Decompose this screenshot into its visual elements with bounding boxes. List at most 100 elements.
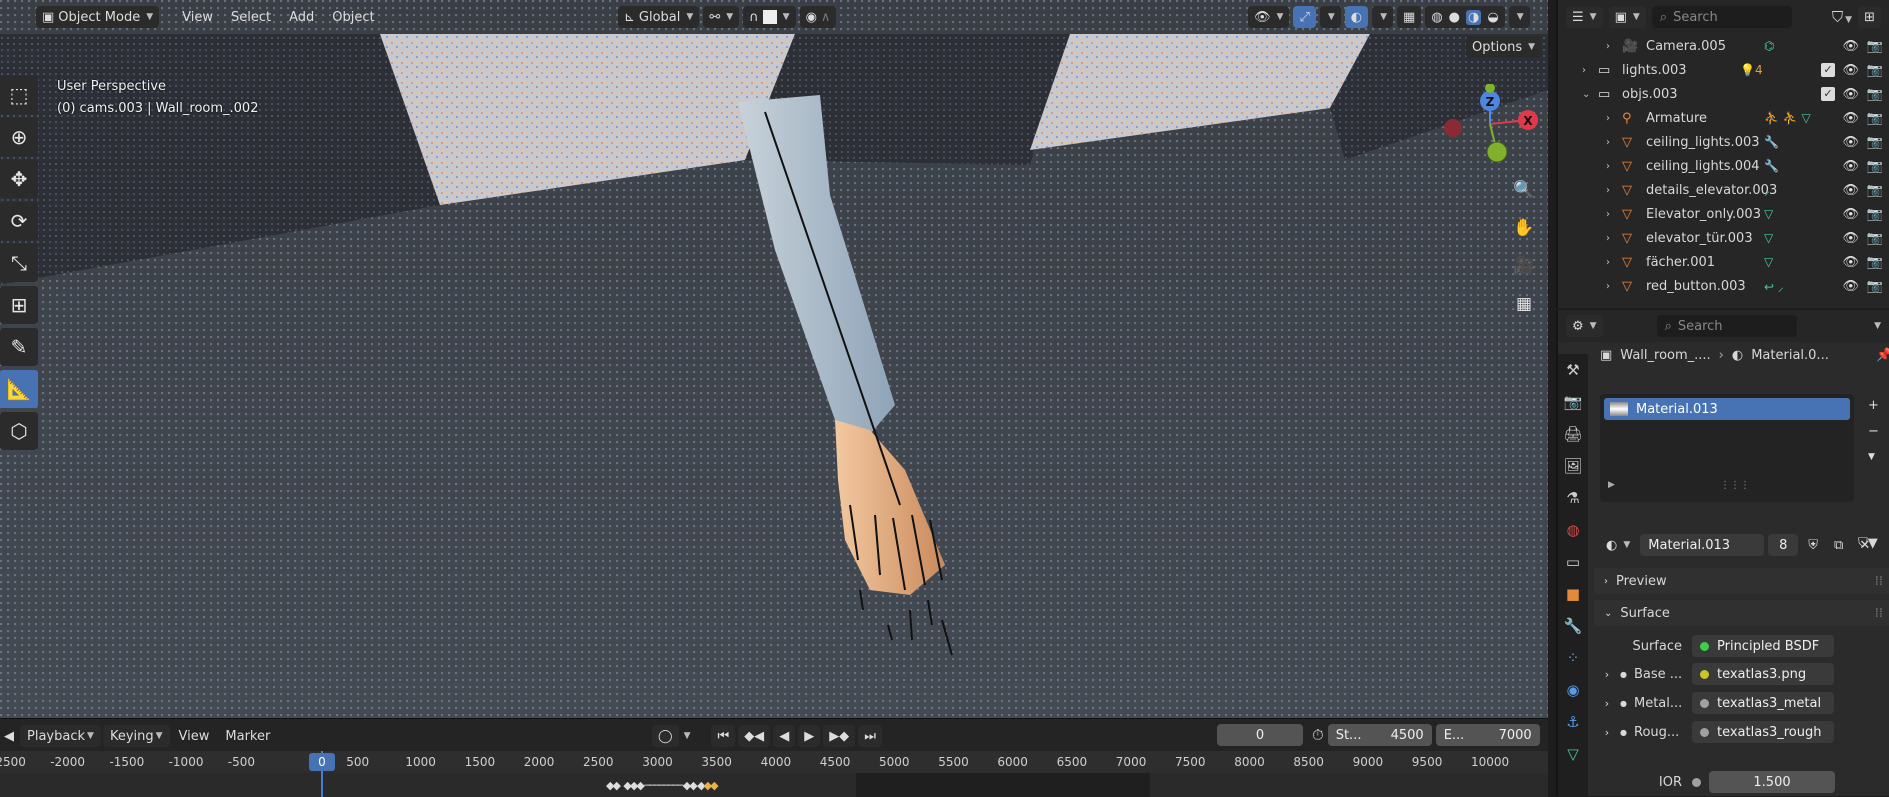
xray-toggle[interactable]: ▦ xyxy=(1397,6,1422,28)
options-dropdown[interactable]: Options ▼ xyxy=(1466,36,1542,58)
render-camera-icon[interactable]: 📷 xyxy=(1867,135,1883,150)
pin-icon[interactable]: 📌 xyxy=(1876,348,1889,363)
start-frame-field[interactable]: St... 4500 xyxy=(1327,724,1432,746)
proportional-toggle[interactable]: ◉ ∧ xyxy=(799,6,837,28)
expand-closed-icon[interactable]: › xyxy=(1606,161,1610,172)
expand-input-icon[interactable]: › xyxy=(1594,726,1620,739)
view-layer-tab-icon[interactable]: 🖼 xyxy=(1558,450,1588,482)
material-slot-row[interactable]: Material.013 xyxy=(1604,398,1850,420)
overlay-toggle[interactable]: ◐ xyxy=(1344,6,1369,28)
eye-icon[interactable]: 👁 xyxy=(1842,135,1859,150)
filter-icon[interactable]: ⛉ ▼ xyxy=(1832,8,1852,26)
menu-view[interactable]: View xyxy=(175,6,220,28)
expand-closed-icon[interactable]: › xyxy=(1606,257,1610,268)
input-texture-field[interactable]: texatlas3.png xyxy=(1692,663,1834,685)
expand-closed-icon[interactable]: › xyxy=(1606,281,1610,292)
outliner-search[interactable]: ⌕ Search xyxy=(1651,6,1792,28)
playhead-marker[interactable]: 0 xyxy=(309,753,335,771)
menu-timeline-view[interactable]: View xyxy=(172,725,217,747)
outliner-row[interactable]: › ⚲ Armature ⛹ ⛹ ▽ 👁 📷 xyxy=(1558,106,1889,130)
eye-icon[interactable]: 👁 xyxy=(1842,87,1859,102)
world-tab-icon[interactable]: ◍ xyxy=(1558,514,1588,546)
mode-dropdown[interactable]: ▣ Object Mode ▼ xyxy=(36,6,160,28)
ortho-grid-icon[interactable]: ▦ xyxy=(1510,290,1538,318)
display-mode-icon[interactable]: ▣ ▼ xyxy=(1608,6,1646,28)
play-icon[interactable]: ▶ xyxy=(798,725,821,747)
outliner-row[interactable]: › ▽ details_elevator.003 ⸝ 👁 📷 xyxy=(1558,178,1889,202)
outliner-row[interactable]: › ▭ lights.003 💡4 ✓ 👁 📷 xyxy=(1558,58,1889,82)
outliner-row[interactable]: › ▽ Elevator_only.003 ▽ 👁 📷 xyxy=(1558,202,1889,226)
exclude-checkbox[interactable]: ✓ xyxy=(1821,63,1835,77)
eye-icon[interactable]: 👁 xyxy=(1842,183,1859,198)
zoom-icon[interactable]: 🔍 xyxy=(1510,176,1538,204)
menu-keying[interactable]: Keying ▼ xyxy=(102,725,170,747)
navigation-gizmo[interactable]: Z X xyxy=(1440,84,1540,174)
surface-panel-header[interactable]: ⌄ Surface ⁞⁞ xyxy=(1594,600,1889,626)
outliner-row[interactable]: › ▽ ceiling_lights.004 🔧 👁 📷 xyxy=(1558,154,1889,178)
input-texture-field[interactable]: texatlas3_metal xyxy=(1692,692,1834,714)
3d-viewport[interactable]: ▣ Object Mode ▼ View Select Add Object ⊾ … xyxy=(0,0,1548,718)
remove-slot-icon[interactable]: − xyxy=(1864,420,1883,442)
render-camera-icon[interactable]: 📷 xyxy=(1867,231,1883,246)
material-slot-list[interactable]: Material.013 ▶ ⋮⋮⋮ xyxy=(1600,394,1854,502)
expand-closed-icon[interactable]: › xyxy=(1582,65,1586,76)
expand-triangle-icon[interactable]: ▶ xyxy=(1608,480,1615,490)
add-slot-icon[interactable]: + xyxy=(1864,394,1883,416)
menu-add[interactable]: Add xyxy=(282,6,321,28)
particles-tab-icon[interactable]: ⁘ xyxy=(1558,642,1588,674)
header-menu-icon[interactable]: ▼ xyxy=(1874,321,1881,331)
expand-input-icon[interactable]: › xyxy=(1594,697,1620,710)
gizmo-toggle[interactable]: ⤢ xyxy=(1293,6,1316,28)
user-count[interactable]: 8 xyxy=(1768,534,1799,556)
properties-editor-type-icon[interactable]: ⚙ ▼ xyxy=(1566,315,1603,337)
visibility-dropdown[interactable]: 👁 ▼ xyxy=(1248,6,1290,28)
menu-playback[interactable]: Playback ▼ xyxy=(20,725,101,747)
expand-closed-icon[interactable]: › xyxy=(1606,41,1610,52)
shading-modes[interactable]: ◍ ● ◑ ◒ xyxy=(1425,6,1505,28)
eye-icon[interactable]: 👁 xyxy=(1842,279,1859,294)
drag-handle-icon[interactable]: ⁞⁞ xyxy=(1875,574,1883,589)
autokey-icon[interactable]: ◯ xyxy=(652,725,679,747)
camera-view-icon[interactable]: 🎥 xyxy=(1510,252,1538,280)
stopwatch-icon[interactable]: ⏱ xyxy=(1312,726,1324,744)
outliner-row[interactable]: › ▽ red_button.003 ↩ ⸝ 👁 📷 xyxy=(1558,274,1889,298)
move-tool[interactable]: ✥ xyxy=(0,160,38,198)
ior-field[interactable]: 1.500 xyxy=(1709,771,1835,793)
overlay-dropdown[interactable]: ▼ xyxy=(1372,6,1394,28)
timeline-ruler[interactable]: -2500 -2000 -1500 -1000 -500 500 1000 1500 2000 2… xyxy=(0,751,1548,797)
eye-icon[interactable]: 👁 xyxy=(1842,63,1859,78)
eye-icon[interactable]: 👁 xyxy=(1842,159,1859,174)
cursor-tool[interactable]: ⊕ xyxy=(0,118,38,156)
shading-dropdown[interactable]: ▼ xyxy=(1508,6,1530,28)
play-reverse-icon[interactable]: ◀ xyxy=(773,725,796,747)
browse-material-icon[interactable]: ◐ ▼ xyxy=(1600,534,1637,556)
jump-end-icon[interactable]: ⏭ xyxy=(858,725,882,747)
annotate-tool[interactable]: ✎ xyxy=(0,328,38,366)
pivot-dropdown[interactable]: ⚯ ▼ xyxy=(703,6,740,28)
render-camera-icon[interactable]: 📷 xyxy=(1867,159,1883,174)
duplicate-icon[interactable]: ⧉ xyxy=(1828,534,1850,556)
expand-open-icon[interactable]: ⌄ xyxy=(1582,89,1590,100)
drag-handle-icon[interactable]: ⁞⁞ xyxy=(1875,606,1883,621)
render-camera-icon[interactable]: 📷 xyxy=(1867,183,1883,198)
menu-select[interactable]: Select xyxy=(224,6,278,28)
data-tab-icon[interactable]: ▽ xyxy=(1558,738,1588,770)
pan-hand-icon[interactable]: ✋ xyxy=(1510,214,1538,242)
render-camera-icon[interactable]: 📷 xyxy=(1867,87,1883,102)
eye-icon[interactable]: 👁 xyxy=(1842,231,1859,246)
outliner-editor-type-icon[interactable]: ☰ ▼ xyxy=(1566,6,1603,28)
exclude-checkbox[interactable]: ✓ xyxy=(1821,87,1835,101)
resize-handle-icon[interactable]: ⋮⋮⋮ xyxy=(1720,480,1750,491)
snap-toggle[interactable]: ∩ ▼ xyxy=(743,6,796,28)
current-frame-field[interactable]: 0 xyxy=(1217,724,1303,746)
render-camera-icon[interactable]: 📷 xyxy=(1867,255,1883,270)
expand-closed-icon[interactable]: › xyxy=(1606,113,1610,124)
add-cube-tool[interactable]: ⬡ xyxy=(0,412,38,450)
properties-search[interactable]: ⌕ Search xyxy=(1656,315,1797,337)
expand-closed-icon[interactable]: › xyxy=(1606,233,1610,244)
input-texture-field[interactable]: texatlas3_rough xyxy=(1692,721,1834,743)
end-frame-field[interactable]: E... 7000 xyxy=(1435,724,1540,746)
object-tab-icon[interactable]: ■ xyxy=(1558,578,1588,610)
select-box-tool[interactable]: ⬚ xyxy=(0,76,38,114)
eye-icon[interactable]: 👁 xyxy=(1842,39,1859,54)
